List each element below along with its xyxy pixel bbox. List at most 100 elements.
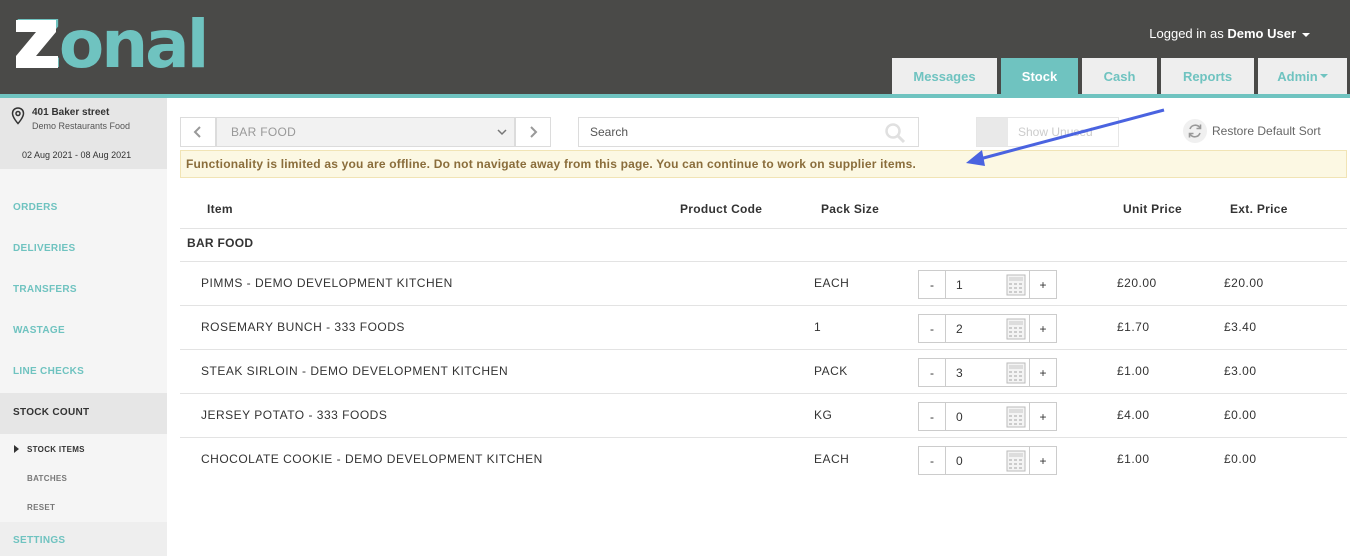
table-row: CHOCOLATE COOKIE - DEMO DEVELOPMENT KITC… [180,438,1347,482]
subnav-batches[interactable]: BATCHES [27,474,67,483]
top-header: Zonal Logged in as Demo User Messages St… [0,0,1350,94]
quantity-stepper: - 0 + [918,402,1057,431]
refresh-icon [1183,119,1207,143]
calculator-icon[interactable] [1002,270,1029,299]
unit-price: £4.00 [1117,408,1150,422]
user-name: Demo User [1227,26,1296,41]
decrement-button[interactable]: - [918,270,946,299]
sidebar-item-stock-count[interactable]: STOCK COUNT [13,407,89,418]
location-address: 401 Baker street [32,107,110,118]
search-icon [885,123,906,144]
sidebar-item-deliveries[interactable]: DELIVERIES [13,243,75,254]
table-row: STEAK SIRLOIN - DEMO DEVELOPMENT KITCHEN… [180,350,1347,394]
offline-notice: Functionality is limited as you are offl… [180,150,1347,178]
calculator-icon[interactable] [1002,402,1029,431]
group-heading: BAR FOOD [187,236,254,250]
category-select-value: BAR FOOD [231,125,297,139]
table-row: PIMMS - DEMO DEVELOPMENT KITCHEN EACH - … [180,262,1347,306]
sidebar-item-settings[interactable]: SETTINGS [13,535,65,546]
pack-size: EACH [814,276,850,290]
increment-button[interactable]: + [1029,402,1057,431]
chevron-left-icon [193,126,201,138]
zonal-logo: Zonal [14,12,204,72]
quantity-stepper: - 0 + [918,446,1057,475]
show-unused-label: Show Unused [1018,125,1093,139]
restore-label: Restore Default Sort [1212,124,1321,138]
toggle-box [977,118,1008,146]
pack-size: EACH [814,452,850,466]
calculator-icon[interactable] [1002,314,1029,343]
tab-stock[interactable]: Stock [1001,58,1078,94]
restore-default-sort-button[interactable]: Restore Default Sort [1182,118,1321,144]
item-name: ROSEMARY BUNCH - 333 FOODS [201,320,405,334]
caret-right-icon [14,445,19,453]
next-category-button[interactable] [515,117,551,147]
col-header-ext-price: Ext. Price [1230,202,1288,216]
pack-size: 1 [814,320,822,334]
increment-button[interactable]: + [1029,270,1057,299]
item-name: STEAK SIRLOIN - DEMO DEVELOPMENT KITCHEN [201,364,509,378]
location-site: Demo Restaurants Food [32,121,131,131]
decrement-button[interactable]: - [918,314,946,343]
chevron-down-icon [1319,74,1328,78]
user-menu[interactable]: Logged in as Demo User [1149,26,1310,41]
tab-admin-label: Admin [1277,68,1318,84]
tab-cash[interactable]: Cash [1082,58,1157,94]
tab-reports[interactable]: Reports [1161,58,1254,94]
pack-size: PACK [814,364,848,378]
search-input[interactable]: Search [578,117,919,147]
pack-size: KG [814,408,833,422]
quantity-input[interactable]: 0 [946,402,1002,431]
quantity-stepper: - 2 + [918,314,1057,343]
col-header-pack-size: Pack Size [821,202,880,216]
show-unused-toggle[interactable]: Show Unused [976,117,1119,147]
calculator-icon[interactable] [1002,446,1029,475]
sidebar: 401 Baker street Demo Restaurants Food 0… [0,98,167,556]
table-row: ROSEMARY BUNCH - 333 FOODS 1 - 2 + £1.70… [180,306,1347,350]
quantity-input[interactable]: 1 [946,270,1002,299]
decrement-button[interactable]: - [918,402,946,431]
increment-button[interactable]: + [1029,314,1057,343]
chevron-down-icon [497,129,507,136]
ext-price: £3.40 [1224,320,1257,334]
user-prefix: Logged in as [1149,26,1224,41]
date-range: 02 Aug 2021 - 08 Aug 2021 [22,150,132,160]
unit-price: £1.00 [1117,452,1150,466]
calculator-icon[interactable] [1002,358,1029,387]
tab-messages[interactable]: Messages [892,58,997,94]
col-header-product-code: Product Code [680,202,763,216]
sidebar-item-orders[interactable]: ORDERS [13,202,58,213]
subnav-reset[interactable]: RESET [27,503,55,512]
col-header-item: Item [207,202,233,216]
chevron-down-icon [1302,32,1310,37]
unit-price: £1.70 [1117,320,1150,334]
subnav-stock-items[interactable]: STOCK ITEMS [27,445,85,454]
location-pin-icon [11,107,25,125]
quantity-input[interactable]: 3 [946,358,1002,387]
ext-price: £0.00 [1224,408,1257,422]
category-select[interactable]: BAR FOOD [216,117,515,147]
decrement-button[interactable]: - [918,446,946,475]
main-tabs: Messages Stock Cash Reports Admin [892,58,1347,94]
unit-price: £20.00 [1117,276,1157,290]
header-divider [180,228,1347,229]
tab-admin[interactable]: Admin [1258,58,1347,94]
item-name: JERSEY POTATO - 333 FOODS [201,408,388,422]
decrement-button[interactable]: - [918,358,946,387]
location-panel: 401 Baker street Demo Restaurants Food 0… [0,98,167,169]
quantity-input[interactable]: 2 [946,314,1002,343]
increment-button[interactable]: + [1029,358,1057,387]
chevron-right-icon [530,126,538,138]
prev-category-button[interactable] [180,117,216,147]
table-row: JERSEY POTATO - 333 FOODS KG - 0 + £4.00… [180,394,1347,438]
quantity-stepper: - 3 + [918,358,1057,387]
sidebar-item-line-checks[interactable]: LINE CHECKS [13,366,84,377]
main-content: BAR FOOD Search Show Unused Restore Defa… [167,98,1350,556]
item-name: CHOCOLATE COOKIE - DEMO DEVELOPMENT KITC… [201,452,543,466]
sidebar-item-wastage[interactable]: WASTAGE [13,325,65,336]
quantity-input[interactable]: 0 [946,446,1002,475]
increment-button[interactable]: + [1029,446,1057,475]
search-placeholder: Search [590,125,629,139]
sidebar-item-transfers[interactable]: TRANSFERS [13,284,77,295]
item-name: PIMMS - DEMO DEVELOPMENT KITCHEN [201,276,453,290]
